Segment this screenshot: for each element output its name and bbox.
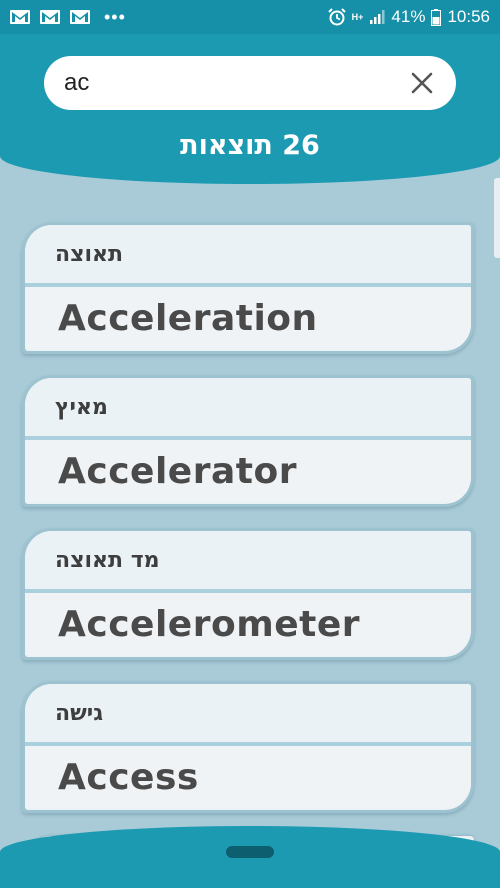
hebrew-term: תאוצה bbox=[55, 241, 124, 267]
alarm-icon bbox=[327, 8, 346, 26]
network-type-label: H+ bbox=[351, 11, 364, 22]
gmail-icon bbox=[40, 10, 60, 24]
list-item[interactable]: גישה Access bbox=[22, 681, 474, 813]
bottom-bar bbox=[0, 826, 500, 888]
english-term: Acceleration bbox=[58, 297, 318, 339]
list-item[interactable]: מד תאוצה Accelerometer bbox=[22, 528, 474, 660]
drawer-handle[interactable] bbox=[226, 846, 274, 858]
hebrew-term: מד תאוצה bbox=[55, 547, 160, 573]
english-term: Access bbox=[58, 756, 199, 798]
close-icon[interactable] bbox=[408, 69, 436, 97]
battery-percent: 41% bbox=[391, 7, 426, 26]
status-bar: ••• H+ 41% 10:56 bbox=[0, 0, 500, 34]
hebrew-term: מאיץ bbox=[55, 394, 108, 420]
hebrew-term: גישה bbox=[55, 700, 104, 726]
clock: 10:56 bbox=[447, 7, 490, 26]
signal-icon bbox=[370, 10, 385, 24]
list-item[interactable]: מאיץ Accelerator bbox=[22, 375, 474, 507]
notification-icons: ••• bbox=[10, 7, 126, 28]
search-input[interactable]: ac bbox=[64, 69, 408, 97]
search-bar[interactable]: ac bbox=[44, 56, 456, 110]
results-count: 26 תוצאות bbox=[180, 130, 320, 161]
english-term: Accelerometer bbox=[58, 603, 361, 645]
english-term: Accelerator bbox=[58, 450, 297, 492]
scrollbar[interactable] bbox=[494, 178, 500, 258]
list-item[interactable]: תאוצה Acceleration bbox=[22, 222, 474, 354]
battery-icon bbox=[431, 8, 442, 26]
more-dots-icon: ••• bbox=[104, 6, 126, 27]
results-list: תאוצה Acceleration מאיץ Accelerator מד ת… bbox=[22, 222, 474, 834]
gmail-icon bbox=[70, 10, 90, 24]
search-header: ac 26 תוצאות bbox=[0, 34, 500, 184]
system-icons: H+ 41% 10:56 bbox=[327, 7, 490, 27]
gmail-icon bbox=[10, 10, 30, 24]
